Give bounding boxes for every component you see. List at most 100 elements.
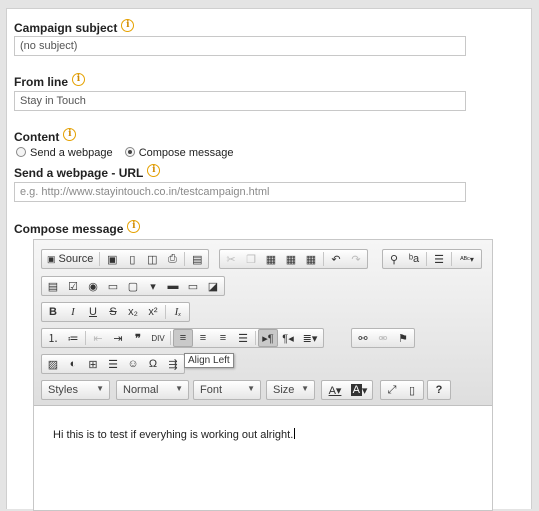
toolbar-group-tools: ⤢ ▯: [380, 380, 424, 400]
table-icon[interactable]: ⊞: [83, 355, 103, 373]
radio-icon[interactable]: ◉: [83, 277, 103, 295]
form-icon[interactable]: ▤: [43, 277, 63, 295]
flash-icon[interactable]: ◐: [63, 355, 83, 373]
editor-content[interactable]: Hi this is to test if everyhing is worki…: [53, 428, 296, 441]
button-icon[interactable]: ▬: [163, 277, 183, 295]
rich-text-editor: ▣ Source ▣ ▯ ◫ ⎙ ▤ ✂ ❐ ▦ ▦ ▦ ↶ ↷ ⚲ ᵇa ☰ ᴬ…: [33, 239, 493, 511]
size-combo[interactable]: Size ▼: [266, 380, 315, 400]
align-left-icon[interactable]: ≡: [173, 329, 193, 347]
maximize-icon[interactable]: ⤢: [382, 381, 402, 399]
toolbar-group-paragraph: ⒈ ≔ ⇤ ⇥ ❞ DIV ≡ ≡ ≡ ☰ ▸¶ ¶◂ ≣▾: [41, 328, 324, 348]
paste-word-icon[interactable]: ▦: [301, 250, 321, 268]
indent-icon[interactable]: ⇥: [108, 329, 128, 347]
copy-icon[interactable]: ❐: [241, 250, 261, 268]
webpage-url-label: Send a webpage - URL i: [14, 164, 161, 180]
special-char-icon[interactable]: Ω: [143, 355, 163, 373]
italic-icon[interactable]: I: [63, 303, 83, 321]
spellcheck-icon[interactable]: ᴬᴮᶜ▾: [454, 250, 480, 268]
preview-icon[interactable]: ◫: [142, 250, 162, 268]
underline-icon[interactable]: U: [83, 303, 103, 321]
align-left-tooltip: Align Left: [184, 353, 234, 368]
div-icon[interactable]: DIV: [148, 329, 168, 347]
info-icon[interactable]: i: [147, 164, 161, 177]
toolbar-group-links: ⚯ ⚮ ⚑: [351, 328, 415, 348]
webpage-url-input[interactable]: e.g. http://www.stayintouch.co.in/testca…: [14, 182, 466, 202]
textfield-icon[interactable]: ▭: [103, 277, 123, 295]
font-combo[interactable]: Font ▼: [193, 380, 261, 400]
text-color-icon[interactable]: A▾: [323, 381, 347, 399]
info-icon[interactable]: i: [63, 128, 77, 141]
radio-compose-message[interactable]: [124, 147, 135, 157]
chevron-down-icon: ▼: [247, 384, 255, 393]
print-icon[interactable]: ⎙: [162, 250, 182, 268]
radio-compose-message-label[interactable]: Compose message: [139, 147, 234, 159]
info-icon[interactable]: i: [72, 73, 86, 86]
toolbar-group-editing: ⚲ ᵇa ☰ ᴬᴮᶜ▾: [382, 249, 482, 269]
outdent-icon[interactable]: ⇤: [88, 329, 108, 347]
ltr-icon[interactable]: ▸¶: [258, 329, 278, 347]
show-blocks-icon[interactable]: ▯: [402, 381, 422, 399]
textarea-icon[interactable]: ▢: [123, 277, 143, 295]
redo-icon[interactable]: ↷: [346, 250, 366, 268]
horizontal-line-icon[interactable]: ☰: [103, 355, 123, 373]
templates-icon[interactable]: ▤: [187, 250, 207, 268]
radio-send-webpage[interactable]: [16, 147, 26, 157]
chevron-down-icon: ▼: [175, 384, 183, 393]
background-color-icon[interactable]: A ▾: [347, 381, 371, 399]
bulleted-list-icon[interactable]: ≔: [63, 329, 83, 347]
strike-icon[interactable]: S: [103, 303, 123, 321]
select-all-icon[interactable]: ☰: [429, 250, 449, 268]
hidden-field-icon[interactable]: ◪: [203, 277, 223, 295]
undo-icon[interactable]: ↶: [326, 250, 346, 268]
chevron-down-icon: ▼: [301, 384, 309, 393]
unlink-icon[interactable]: ⚮: [373, 329, 393, 347]
anchor-flag-icon[interactable]: ⚑: [393, 329, 413, 347]
campaign-subject-input[interactable]: (no subject): [14, 36, 466, 56]
numbered-list-icon[interactable]: ⒈: [43, 329, 63, 347]
blockquote-icon[interactable]: ❞: [128, 329, 148, 347]
link-icon[interactable]: ⚯: [353, 329, 373, 347]
campaign-subject-label: Campaign subject i: [14, 19, 135, 35]
subscript-icon[interactable]: x₂: [123, 303, 143, 321]
language-icon[interactable]: ≣▾: [298, 329, 322, 347]
toolbar-group-basic-styles: B I U S x₂ x² Iₓ: [41, 302, 190, 322]
toolbar-group-forms: ▤ ☑ ◉ ▭ ▢ ▾ ▬ ▭ ◪: [41, 276, 225, 296]
paste-text-icon[interactable]: ▦: [281, 250, 301, 268]
image-icon[interactable]: ▨: [43, 355, 63, 373]
from-line-input[interactable]: Stay in Touch: [14, 91, 466, 111]
justify-icon[interactable]: ☰: [233, 329, 253, 347]
replace-icon[interactable]: ᵇa: [404, 250, 424, 268]
align-right-icon[interactable]: ≡: [213, 329, 233, 347]
bold-icon[interactable]: B: [43, 303, 63, 321]
paste-icon[interactable]: ▦: [261, 250, 281, 268]
from-line-label: From line i: [14, 73, 86, 89]
cut-icon[interactable]: ✂: [221, 250, 241, 268]
image-button-icon[interactable]: ▭: [183, 277, 203, 295]
find-icon[interactable]: ⚲: [384, 250, 404, 268]
source-icon: ▣: [47, 253, 56, 264]
format-combo[interactable]: Normal ▼: [116, 380, 189, 400]
editor-toolbar: ▣ Source ▣ ▯ ◫ ⎙ ▤ ✂ ❐ ▦ ▦ ▦ ↶ ↷ ⚲ ᵇa ☰ ᴬ…: [34, 240, 492, 406]
info-icon[interactable]: i: [121, 19, 135, 32]
toolbar-group-help: ?: [427, 380, 451, 400]
radio-send-webpage-label[interactable]: Send a webpage: [30, 147, 113, 159]
select-icon[interactable]: ▾: [143, 277, 163, 295]
rtl-icon[interactable]: ¶◂: [278, 329, 298, 347]
toolbar-group-document: ▣ Source ▣ ▯ ◫ ⎙ ▤: [41, 249, 210, 269]
save-icon[interactable]: ▣: [102, 250, 122, 268]
align-center-icon[interactable]: ≡: [193, 329, 213, 347]
styles-combo[interactable]: Styles ▼: [41, 380, 110, 400]
toolbar-group-colors: A▾ A ▾: [321, 380, 373, 400]
info-icon[interactable]: i: [127, 220, 141, 233]
text-caret: [294, 428, 296, 439]
source-button[interactable]: ▣ Source: [43, 250, 97, 268]
checkbox-icon[interactable]: ☑: [63, 277, 83, 295]
page-break-icon[interactable]: ⇶: [163, 355, 183, 373]
superscript-icon[interactable]: x²: [143, 303, 163, 321]
new-page-icon[interactable]: ▯: [122, 250, 142, 268]
remove-format-icon[interactable]: Iₓ: [168, 303, 188, 321]
toolbar-group-insert: ▨ ◐ ⊞ ☰ ☺ Ω ⇶: [41, 354, 185, 374]
about-icon[interactable]: ?: [429, 381, 449, 399]
compose-message-label: Compose message i: [14, 220, 141, 236]
smiley-icon[interactable]: ☺: [123, 355, 143, 373]
